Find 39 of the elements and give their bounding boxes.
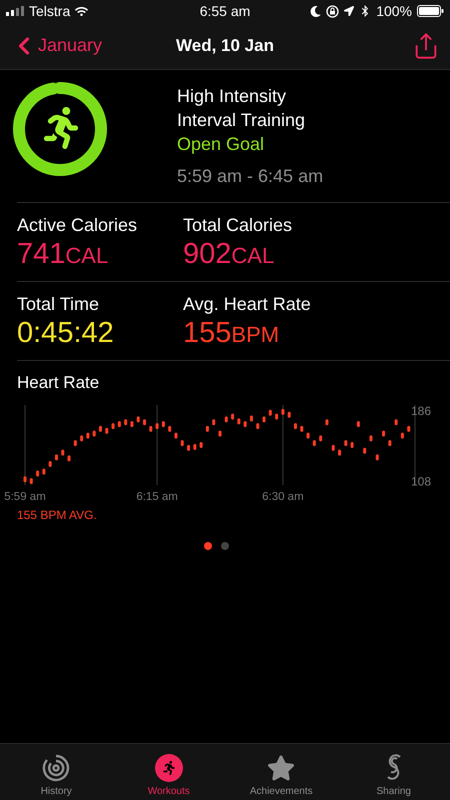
tab[interactable]: Sharing: [338, 744, 450, 800]
metric-value: 741CAL: [17, 238, 110, 271]
nav-title: Wed, 10 Jan: [176, 36, 274, 56]
activity-ring-icon: [11, 80, 109, 178]
page-dot[interactable]: [204, 542, 212, 550]
tab[interactable]: Workouts: [112, 744, 225, 800]
rotation-lock-icon: [326, 4, 340, 18]
wifi-icon: [75, 4, 88, 18]
metric-label: Active Calories: [17, 215, 138, 236]
axis-tick-label: 6:30 am: [262, 491, 304, 503]
time-range: 5:59 am - 6:45 am: [177, 165, 324, 188]
average-reading: 155 BPM AVG.: [17, 508, 98, 522]
back-button[interactable]: January: [10, 32, 102, 60]
battery-icon: [417, 5, 444, 17]
moon-icon: [310, 6, 322, 16]
axis-tick-label: 6:15 am: [136, 491, 178, 503]
battery-percentage: 100%: [376, 3, 412, 19]
chart-title: Heart Rate: [17, 373, 100, 392]
goal-text: Open Goal: [177, 133, 266, 156]
running-figure-icon: [154, 754, 183, 782]
metric-value: 902CAL: [183, 238, 276, 271]
clock-time: 6:55 am: [200, 3, 250, 19]
axis-tick-label: 108: [410, 474, 431, 488]
metric-label: Avg. Heart Rate: [183, 294, 312, 315]
metric-value: 0:45:42: [17, 317, 115, 350]
carrier-name: Telstra: [29, 3, 70, 19]
axis-tick-label: 186: [410, 404, 431, 418]
workout-name: High Intensity Interval Training: [177, 85, 306, 132]
location-arrow-icon: [344, 6, 354, 16]
metric-value: 155BPM: [183, 317, 280, 350]
metric-label: Total Time: [17, 294, 100, 315]
concentric-rings-icon: [42, 754, 70, 782]
metric-label: Total Calories: [183, 215, 294, 236]
star-icon: [267, 754, 296, 782]
axis-tick-label: 5:59 am: [4, 491, 46, 503]
tab[interactable]: History: [0, 744, 112, 800]
signal-icon: [6, 6, 24, 16]
tab[interactable]: Achievements: [225, 744, 338, 800]
page-dot[interactable]: [221, 542, 229, 550]
